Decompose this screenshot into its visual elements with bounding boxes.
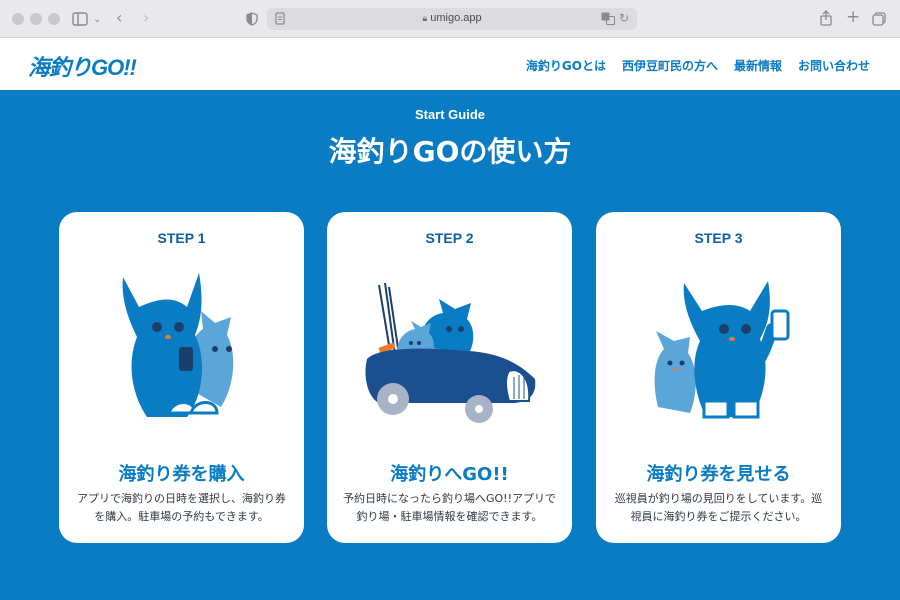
minimize-window-button[interactable]: [30, 13, 42, 25]
step-description: 巡視員が釣り場の見回りをしています。巡視員に海釣り券をご提示ください。: [614, 492, 823, 523]
step-card-3: STEP 3 海釣り券を見せる 巡視員が釣り場の見回りをしています。巡視員に海釣…: [596, 212, 841, 543]
nav-link-news[interactable]: 最新情報: [734, 57, 782, 74]
step-label: STEP 2: [425, 230, 474, 246]
step-card-1: STEP 1 海釣り券を購入 アプリで海釣りの日時を選択し、海釣り券を購入。駐車…: [59, 212, 304, 543]
cats-showing-phone-illustration: [654, 281, 790, 419]
share-icon[interactable]: [820, 10, 832, 29]
lock-icon: 🔒︎: [422, 13, 428, 23]
step-title: 海釣り券を購入: [118, 464, 245, 485]
zoom-window-button[interactable]: [48, 13, 60, 25]
address-bar[interactable]: 🔒︎ umigo.app ↻: [267, 8, 637, 30]
step-description: アプリで海釣りの日時を選択し、海釣り券を購入。駐車場の予約もできます。: [77, 492, 286, 523]
shield-icon[interactable]: [246, 12, 258, 29]
chevron-down-icon[interactable]: ⌄: [93, 13, 101, 27]
section-title: 海釣りGOの使い方: [328, 135, 572, 168]
forward-icon[interactable]: ›: [143, 10, 149, 26]
browser-toolbar: ⌄ ‹ › 🔒︎ umigo.app ↻ +: [0, 0, 900, 38]
step-description: 予約日時になったら釣り場へGO!!アプリで釣り場・駐車場情報を確認できます。: [342, 492, 556, 523]
site-header: 海釣りGO!! 海釣りGOとは 西伊豆町民の方へ 最新情報 お問い合わせ: [0, 38, 900, 90]
cats-driving-car-illustration: [365, 282, 536, 423]
step-title: 海釣り券を見せる: [646, 464, 791, 485]
plus-icon[interactable]: +: [846, 9, 860, 26]
site-logo[interactable]: 海釣りGO!!: [28, 50, 137, 82]
tabs-icon[interactable]: [872, 12, 886, 29]
nav-link-residents[interactable]: 西伊豆町民の方へ: [622, 57, 718, 74]
step-title: 海釣りへGO!!: [390, 464, 509, 485]
step-label: STEP 3: [694, 230, 743, 246]
close-window-button[interactable]: [12, 13, 24, 25]
step-label: STEP 1: [157, 230, 206, 246]
step-card-2: STEP 2 海釣りへGO!! 予約日時になったら釣り場へGO!!アプリで釣り場…: [327, 212, 572, 543]
back-icon[interactable]: ‹: [116, 10, 122, 26]
main-nav: 海釣りGOとは 西伊豆町民の方へ 最新情報 お問い合わせ: [526, 57, 870, 74]
nav-link-about[interactable]: 海釣りGOとは: [526, 57, 606, 74]
url-text: 🔒︎ umigo.app: [422, 12, 482, 24]
nav-link-contact[interactable]: お問い合わせ: [798, 57, 870, 74]
sidebar-icon[interactable]: [72, 12, 88, 29]
reload-icon[interactable]: ↻: [619, 11, 629, 25]
translate-icon[interactable]: [601, 12, 615, 29]
cats-with-smartphone-illustration: [122, 273, 234, 417]
section-eyebrow: Start Guide: [414, 107, 486, 122]
